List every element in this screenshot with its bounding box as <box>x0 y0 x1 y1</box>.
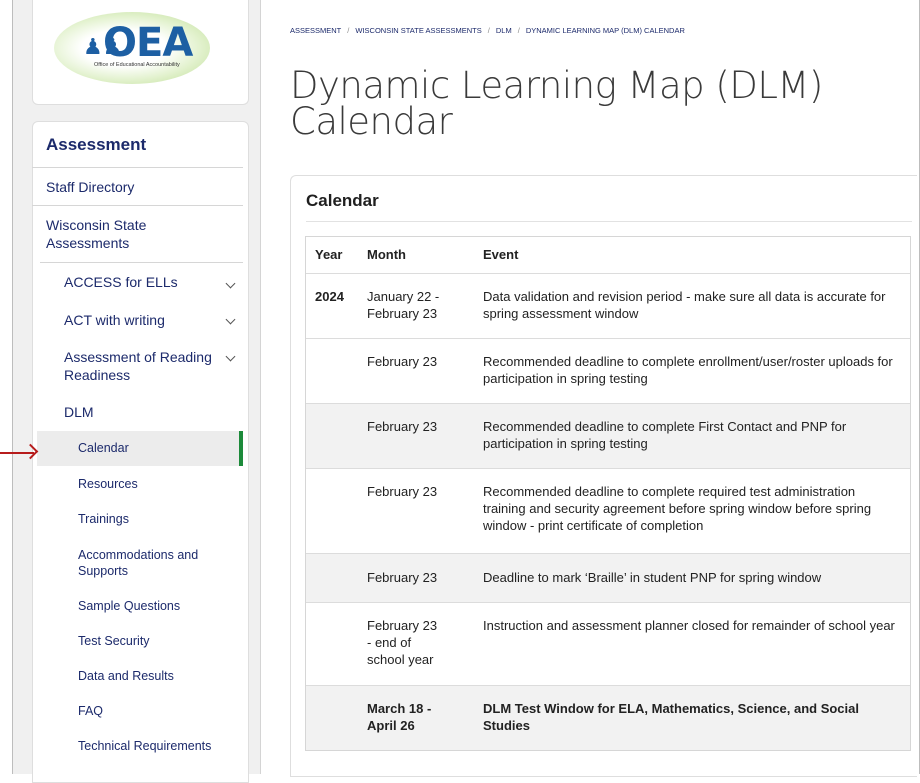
month-cell: February 23 <box>367 570 438 585</box>
event-cell: Recommended deadline to complete require… <box>483 484 872 533</box>
table-row: March 18 - April 26 DLM Test Window for … <box>306 685 910 750</box>
sidebar-divider <box>260 0 261 774</box>
sidebar-subitem-faq[interactable]: FAQ <box>78 703 103 719</box>
table-row: February 23 Recommended deadline to comp… <box>306 468 910 553</box>
month-cell: February 23 <box>367 354 438 369</box>
divider <box>306 221 912 222</box>
sidebar-title[interactable]: Assessment <box>46 135 146 155</box>
sidebar-subitem-resources[interactable]: Resources <box>78 476 138 492</box>
sidebar-item-assessment-of-reading-readiness[interactable]: Assessment of Reading Readiness <box>64 348 224 384</box>
event-cell: Deadline to mark ‘Braille’ in student PN… <box>483 570 822 585</box>
month-cell: February 23 - end of school year <box>367 618 438 667</box>
logo-card[interactable]: ♟♟ OEA Office of Educational Accountabil… <box>32 0 249 105</box>
column-header-year: Year <box>315 247 343 262</box>
breadcrumb-item-dlm[interactable]: DLM <box>496 26 512 35</box>
breadcrumb-item-current: Dynamic Learning Map (DLM) Calendar <box>525 26 685 35</box>
calendar-table: Year Month Event 2024 January 22 - Febru… <box>305 236 911 751</box>
event-cell: Data validation and revision period - ma… <box>483 289 886 321</box>
active-item-highlight <box>37 431 243 466</box>
event-cell: DLM Test Window for ELA, Mathematics, Sc… <box>483 701 859 733</box>
table-header-row: Year Month Event <box>306 237 910 273</box>
logo-subtitle: Office of Educational Accountability <box>94 62 180 68</box>
table-row: February 23 Recommended deadline to comp… <box>306 403 910 468</box>
sidebar-subitem-trainings[interactable]: Trainings <box>78 511 129 527</box>
logo-text: OEA <box>103 20 193 66</box>
sidebar-item-wisconsin-state-assessments[interactable]: Wisconsin State Assessments <box>46 216 226 252</box>
event-cell: Recommended deadline to complete enrollm… <box>483 354 893 386</box>
column-header-event: Event <box>483 247 519 262</box>
active-indicator <box>239 431 243 466</box>
breadcrumb-item-wisconsin-state-assessments[interactable]: Wisconsin State Assessments <box>355 26 481 35</box>
month-cell: January 22 - February 23 <box>367 289 440 321</box>
sidebar-item-staff-directory[interactable]: Staff Directory <box>46 178 134 196</box>
breadcrumb: Assessment / Wisconsin State Assessments / D… <box>290 26 685 35</box>
sidebar-item-act-with-writing[interactable]: ACT with writing <box>64 311 165 329</box>
calendar-heading: Calendar <box>306 191 379 210</box>
year-cell: 2024 <box>315 289 344 304</box>
event-cell: Instruction and assessment planner close… <box>483 618 895 633</box>
column-header-month: Month <box>367 247 406 262</box>
sidebar-subitem-calendar[interactable]: Calendar <box>78 440 129 456</box>
table-row: 2024 January 22 - February 23 Data valid… <box>306 273 910 338</box>
event-cell: Recommended deadline to complete First C… <box>483 419 847 451</box>
sidebar-subitem-accommodations-and-supports[interactable]: Accommodations and Supports <box>78 547 228 579</box>
table-row: February 23 Deadline to mark ‘Braille’ i… <box>306 553 910 602</box>
month-cell: February 23 <box>367 419 438 434</box>
page-title: Dynamic Learning Map (DLM) Calendar <box>290 64 823 143</box>
month-cell: February 23 <box>367 484 438 499</box>
breadcrumb-item-assessment[interactable]: Assessment <box>290 26 341 35</box>
table-row: February 23 Recommended deadline to comp… <box>306 338 910 403</box>
sidebar-subitem-test-security[interactable]: Test Security <box>78 633 150 649</box>
sidebar-subitem-data-and-results[interactable]: Data and Results <box>78 668 174 684</box>
sidebar-item-dlm[interactable]: DLM <box>64 403 94 421</box>
sidebar-subitem-technical-requirements[interactable]: Technical Requirements <box>78 738 211 754</box>
sidebar-subitem-sample-questions[interactable]: Sample Questions <box>78 598 180 614</box>
divider <box>32 205 243 206</box>
table-row: February 23 - end of school year Instruc… <box>306 602 910 685</box>
sidebar-item-access-for-ells[interactable]: ACCESS for ELLs <box>64 273 178 291</box>
month-cell: March 18 - April 26 <box>367 701 432 733</box>
divider <box>32 167 243 168</box>
divider <box>40 262 243 263</box>
